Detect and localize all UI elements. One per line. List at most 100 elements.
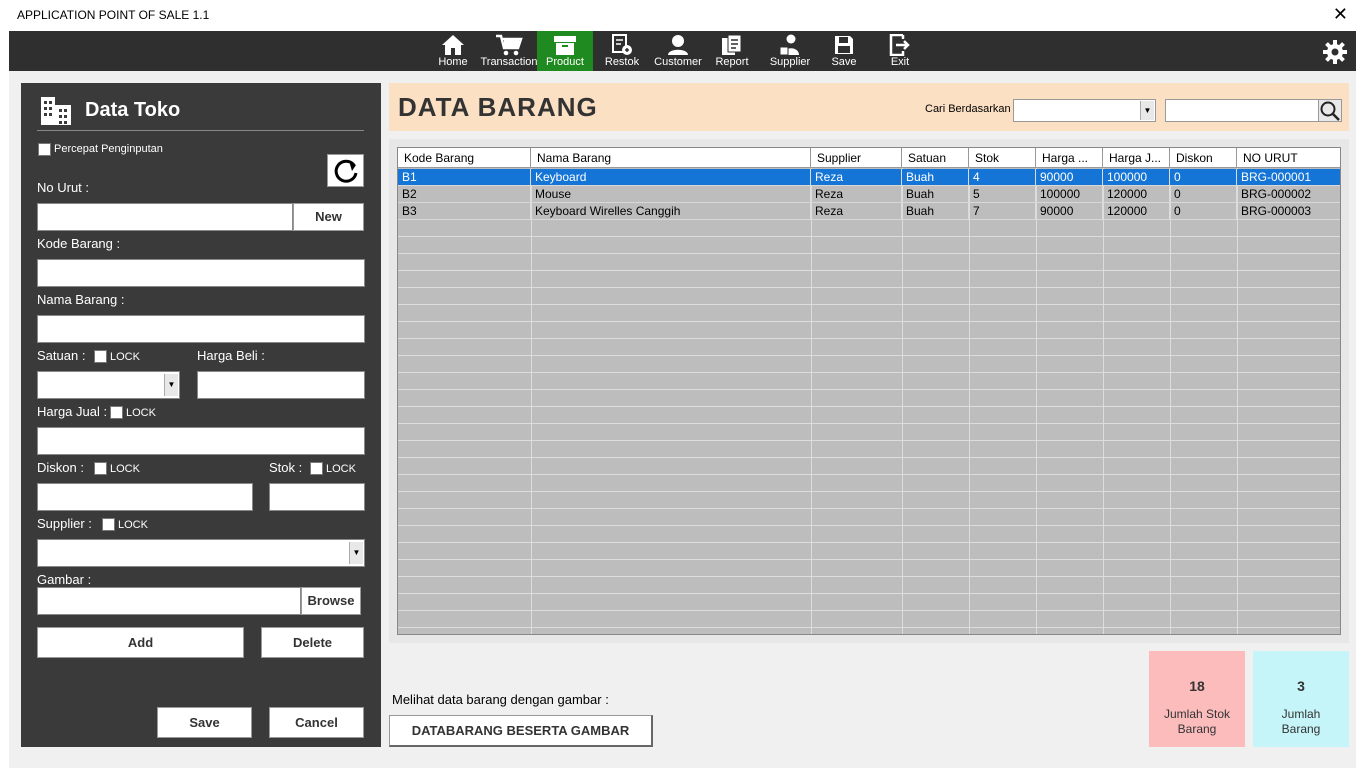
- refresh-icon: [334, 159, 357, 183]
- search-icon: [1320, 101, 1340, 121]
- refresh-button[interactable]: [327, 154, 364, 187]
- empty-row: [398, 492, 1340, 509]
- cancel-button[interactable]: Cancel: [269, 707, 364, 738]
- title-bar: APPLICATION POINT OF SALE 1.1 ✕: [0, 0, 1366, 31]
- column-header[interactable]: Nama Barang: [531, 148, 811, 168]
- gambar-input[interactable]: [37, 587, 301, 615]
- empty-row: [398, 475, 1340, 492]
- databarang-gambar-button[interactable]: DATABARANG BESERTA GAMBAR: [389, 715, 653, 747]
- stat-value: 3: [1297, 678, 1305, 694]
- data-barang-table[interactable]: Kode Barang Nama Barang Supplier Satuan Stok…: [397, 147, 1341, 635]
- page-title: DATA BARANG: [398, 92, 598, 122]
- search-input[interactable]: [1165, 99, 1341, 122]
- table-cell: BRG-000001: [1237, 169, 1340, 186]
- new-button[interactable]: New: [293, 203, 364, 231]
- nav-home[interactable]: Home: [433, 31, 473, 71]
- table-cell: B1: [398, 169, 531, 186]
- harga-jual-input[interactable]: [37, 427, 365, 455]
- empty-row: [398, 288, 1340, 305]
- nav-transaction[interactable]: Transaction: [478, 31, 540, 71]
- table-cell: 0: [1170, 169, 1237, 186]
- empty-row: [398, 237, 1340, 254]
- kode-barang-input[interactable]: [37, 259, 365, 287]
- chevron-down-icon[interactable]: ▼: [164, 374, 178, 396]
- column-header[interactable]: Satuan: [902, 148, 969, 168]
- browse-button[interactable]: Browse: [301, 587, 361, 615]
- column-header[interactable]: Kode Barang: [398, 148, 531, 168]
- empty-row: [398, 441, 1340, 458]
- satuan-label: Satuan :: [37, 348, 86, 363]
- nav-restok[interactable]: Restok: [600, 31, 644, 71]
- table-cell: Mouse: [531, 186, 811, 203]
- column-header[interactable]: Harga J...: [1103, 148, 1170, 168]
- save-button[interactable]: Save: [157, 707, 252, 738]
- no-urut-input[interactable]: [37, 203, 293, 231]
- empty-row: [398, 424, 1340, 441]
- stat-caption: Jumlah Barang: [1253, 707, 1349, 737]
- nav-label: Restok: [604, 56, 640, 68]
- empty-row: [398, 339, 1340, 356]
- delete-button[interactable]: Delete: [261, 627, 364, 658]
- supplier-lock-checkbox[interactable]: [102, 518, 115, 531]
- column-header[interactable]: Harga ...: [1036, 148, 1103, 168]
- nama-barang-input[interactable]: [37, 315, 365, 343]
- top-toolbar: Home Transaction Product Restok Customer…: [9, 31, 1356, 71]
- empty-row: [398, 526, 1340, 543]
- search-button[interactable]: [1318, 99, 1342, 122]
- nav-label: Exit: [890, 56, 910, 68]
- chevron-down-icon[interactable]: ▼: [1140, 101, 1154, 120]
- lock-label: LOCK: [126, 407, 156, 419]
- supplier-select[interactable]: ▼: [37, 539, 365, 567]
- empty-row: [398, 220, 1340, 237]
- nav-label: Home: [438, 56, 468, 68]
- nav-customer[interactable]: Customer: [652, 31, 704, 71]
- stok-input[interactable]: [269, 483, 365, 511]
- table-row[interactable]: B3 Keyboard Wirelles Canggih Reza Buah 7 9000…: [398, 203, 1340, 220]
- close-icon[interactable]: ✕: [1333, 5, 1348, 23]
- nav-product[interactable]: Product: [537, 31, 593, 71]
- column-header[interactable]: Diskon: [1170, 148, 1237, 168]
- empty-row: [398, 407, 1340, 424]
- stat-caption: Jumlah Stok Barang: [1149, 707, 1245, 737]
- column-header[interactable]: NO URUT: [1237, 148, 1340, 168]
- table-cell: BRG-000002: [1237, 186, 1340, 203]
- diskon-lock-checkbox[interactable]: [94, 462, 107, 475]
- nav-supplier[interactable]: Supplier: [766, 31, 814, 71]
- diskon-input[interactable]: [37, 483, 253, 511]
- empty-row: [398, 560, 1340, 577]
- settings-gear-icon[interactable]: [1322, 39, 1348, 70]
- home-icon: [442, 35, 464, 55]
- harga-jual-lock-checkbox[interactable]: [110, 406, 123, 419]
- column-header[interactable]: Supplier: [811, 148, 902, 168]
- nav-report[interactable]: Report: [711, 31, 753, 71]
- nav-save[interactable]: Save: [825, 31, 863, 71]
- restock-icon: [612, 34, 632, 55]
- add-button[interactable]: Add: [37, 627, 244, 658]
- chevron-down-icon[interactable]: ▼: [349, 542, 363, 564]
- stok-label: Stok :: [269, 460, 303, 475]
- stok-lock-checkbox[interactable]: [310, 462, 323, 475]
- table-row[interactable]: B2 Mouse Reza Buah 5 100000 120000 0 BRG-000002: [398, 186, 1340, 203]
- harga-beli-input[interactable]: [197, 371, 365, 399]
- harga-beli-label: Harga Beli :: [197, 348, 265, 363]
- nav-exit[interactable]: Exit: [883, 31, 917, 71]
- column-header[interactable]: Stok: [969, 148, 1036, 168]
- kode-barang-label: Kode Barang :: [37, 236, 121, 251]
- table-header: Kode Barang Nama Barang Supplier Satuan Stok…: [398, 148, 1340, 168]
- panel-title: Data Toko: [85, 99, 181, 121]
- exit-icon: [889, 34, 910, 56]
- satuan-lock-checkbox[interactable]: [94, 350, 107, 363]
- empty-row: [398, 458, 1340, 475]
- empty-row: [398, 305, 1340, 322]
- table-row[interactable]: B1 Keyboard Reza Buah 4 90000 100000 0 BRG-00000…: [398, 169, 1340, 186]
- table-cell: 90000: [1036, 203, 1103, 220]
- empty-row: [398, 611, 1340, 628]
- table-cell: 4: [969, 169, 1036, 186]
- table-cell: 100000: [1036, 186, 1103, 203]
- percepat-label: Percepat Penginputan: [54, 143, 163, 155]
- box-icon: [554, 36, 576, 55]
- table-cell: Reza: [811, 186, 902, 203]
- percepat-checkbox[interactable]: [38, 143, 51, 156]
- satuan-select[interactable]: ▼: [37, 371, 180, 399]
- cari-select[interactable]: ▼: [1013, 99, 1156, 122]
